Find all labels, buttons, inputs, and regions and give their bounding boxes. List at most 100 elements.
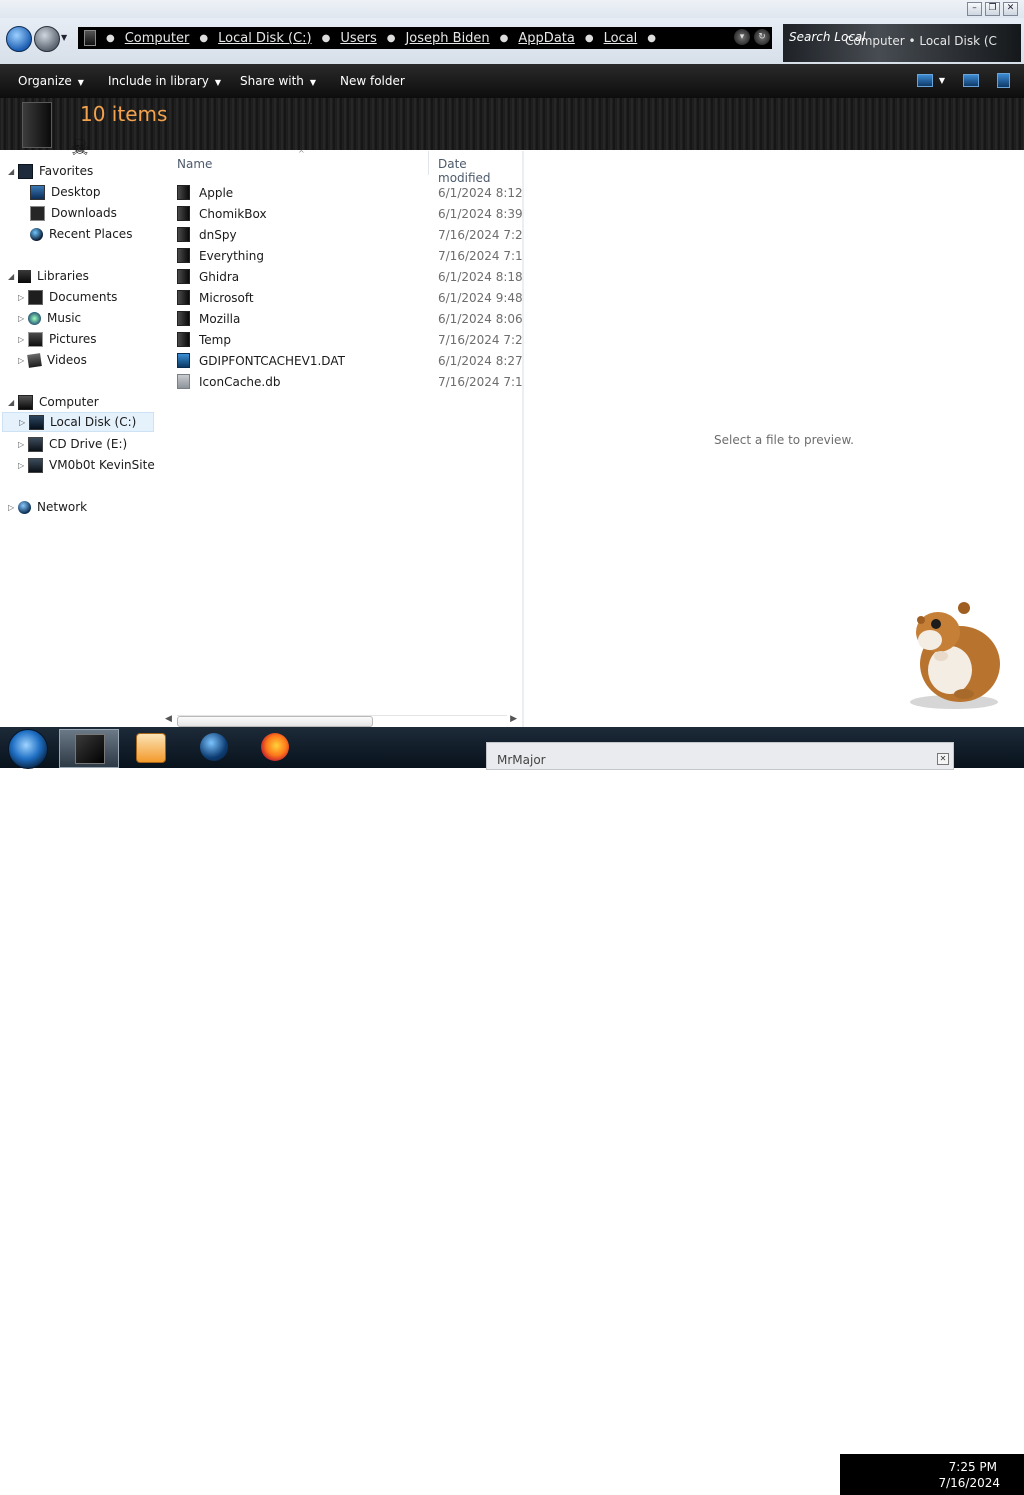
nav-recent-places-label: Recent Places (49, 227, 133, 241)
nav-documents[interactable]: ▷ Documents (18, 287, 117, 307)
file-row[interactable]: ChomikBox 6/1/2024 8:39 PM (177, 203, 522, 224)
downloads-icon (30, 205, 45, 221)
expand-arrow-icon[interactable]: ◢ (8, 398, 18, 407)
view-options-chevron-icon[interactable]: ▼ (939, 76, 945, 85)
maximize-button[interactable]: ❐ (985, 2, 1000, 16)
search-input[interactable]: Computer • Local Disk (C Search Local (783, 24, 1021, 62)
file-date: 6/1/2024 9:48 PM (438, 290, 522, 305)
nav-network-drive-label: VM0b0t KevinSite (49, 458, 155, 472)
include-in-library-button[interactable]: Include in library ▼ (108, 74, 221, 88)
close-button[interactable]: ✕ (1003, 2, 1018, 16)
breadcrumb-appdata[interactable]: AppData (518, 31, 574, 46)
organize-label: Organize (18, 74, 72, 88)
column-header-name[interactable]: Name (177, 157, 212, 171)
nav-pictures[interactable]: ▷ Pictures (18, 329, 97, 349)
breadcrumb-local-disk[interactable]: Local Disk (C:) (218, 31, 311, 46)
refresh-icon[interactable]: ↻ (754, 29, 770, 45)
file-row[interactable]: Mozilla 6/1/2024 8:06 PM (177, 308, 522, 329)
network-drive-icon (28, 457, 43, 473)
breadcrumb-separator[interactable]: ● (647, 33, 656, 44)
collapsed-arrow-icon[interactable]: ▷ (18, 461, 28, 470)
breadcrumb-user-folder[interactable]: Joseph Biden (405, 31, 489, 46)
back-button[interactable] (6, 26, 32, 52)
file-row[interactable]: GDIPFONTCACHEV1.DAT 6/1/2024 8:27 PM (177, 350, 522, 371)
nav-network[interactable]: ▷ Network (8, 497, 87, 517)
nav-downloads[interactable]: Downloads (30, 203, 117, 223)
globe-icon (200, 733, 228, 761)
file-row[interactable]: Apple 6/1/2024 8:12 PM (177, 182, 522, 203)
file-row[interactable]: Temp 7/16/2024 7:23 PM (177, 329, 522, 350)
preview-pane-icon[interactable] (963, 74, 979, 87)
nav-music[interactable]: ▷ Music (18, 308, 81, 328)
nav-local-disk[interactable]: ▷ Local Disk (C:) (2, 412, 154, 432)
scroll-right-icon[interactable]: ▶ (510, 714, 517, 724)
nav-favorites[interactable]: ◢ Favorites (8, 161, 93, 181)
breadcrumb-separator[interactable]: ● (500, 33, 509, 44)
address-dropdown-icon[interactable]: ▾ (734, 29, 750, 45)
breadcrumb-computer[interactable]: Computer (125, 31, 190, 46)
expand-arrow-icon[interactable]: ◢ (8, 272, 18, 281)
share-with-button[interactable]: Share with ▼ (240, 74, 316, 88)
new-folder-button[interactable]: New folder (340, 74, 405, 88)
file-row[interactable]: Everything 7/16/2024 7:17 PM (177, 245, 522, 266)
collapsed-arrow-icon[interactable]: ▷ (18, 314, 28, 323)
collapsed-arrow-icon[interactable]: ▷ (19, 418, 29, 427)
details-header: 10 items (0, 98, 1024, 150)
folder-icon (84, 30, 96, 46)
collapsed-arrow-icon[interactable]: ▷ (18, 440, 28, 449)
help-icon[interactable] (997, 73, 1010, 88)
horizontal-scrollbar[interactable]: ◀ ▶ (165, 713, 522, 727)
breadcrumb-separator[interactable]: ● (322, 33, 331, 44)
scroll-thumb[interactable] (177, 716, 373, 727)
file-date: 6/1/2024 8:39 PM (438, 206, 522, 221)
taskbar-explorer[interactable] (59, 729, 119, 768)
nav-libraries[interactable]: ◢ Libraries (8, 266, 89, 286)
item-count: 10 items (80, 102, 168, 126)
clock-date[interactable]: 7/16/2024 (938, 1476, 1000, 1490)
notification-popup[interactable]: MrMajor ✕ (486, 742, 954, 770)
breadcrumb-separator[interactable]: ● (199, 33, 208, 44)
organize-button[interactable]: Organize ▼ (18, 74, 84, 88)
file-row[interactable]: Microsoft 6/1/2024 9:48 PM (177, 287, 522, 308)
file-row[interactable]: dnSpy 7/16/2024 7:21 PM (177, 224, 522, 245)
collapsed-arrow-icon[interactable]: ▷ (18, 335, 28, 344)
column-divider[interactable] (428, 151, 429, 175)
scroll-left-icon[interactable]: ◀ (165, 714, 172, 724)
file-date: 6/1/2024 8:06 PM (438, 311, 522, 326)
breadcrumb-separator[interactable]: ● (106, 33, 115, 44)
breadcrumb-local[interactable]: Local (604, 31, 638, 46)
breadcrumb-users[interactable]: Users (340, 31, 376, 46)
change-view-icon[interactable] (916, 74, 933, 87)
taskbar-media-player[interactable] (121, 729, 179, 766)
minimize-button[interactable]: – (967, 2, 982, 16)
collapsed-arrow-icon[interactable]: ▷ (8, 503, 18, 512)
navigation-pane: ◢ Favorites Desktop Downloads Recent Pla… (0, 151, 165, 727)
taskbar-browser[interactable] (185, 729, 243, 766)
skull-cursor-icon: ☠ (70, 136, 90, 161)
file-name: Microsoft (199, 290, 254, 305)
nav-recent-places[interactable]: Recent Places (30, 224, 132, 244)
nav-cd-drive[interactable]: ▷ CD Drive (E:) (18, 434, 127, 454)
nav-network-drive[interactable]: ▷ VM0b0t KevinSite (18, 455, 155, 475)
close-icon[interactable]: ✕ (937, 753, 949, 765)
column-header-date-modified[interactable]: Date modified (438, 157, 522, 185)
clock-time[interactable]: 7:25 PM (949, 1460, 997, 1474)
collapsed-arrow-icon[interactable]: ▷ (18, 293, 28, 302)
file-row[interactable]: IconCache.db 7/16/2024 7:17 PM (177, 371, 522, 392)
nav-computer[interactable]: ◢ Computer (8, 392, 99, 412)
taskbar-firefox[interactable] (246, 729, 304, 766)
breadcrumb-separator[interactable]: ● (585, 33, 594, 44)
expand-arrow-icon[interactable]: ◢ (8, 167, 18, 176)
file-name: dnSpy (199, 227, 237, 242)
nav-desktop[interactable]: Desktop (30, 182, 101, 202)
breadcrumb-separator[interactable]: ● (387, 33, 396, 44)
nav-videos[interactable]: ▷ Videos (18, 350, 87, 370)
forward-button[interactable] (34, 26, 60, 52)
file-row[interactable]: Ghidra 6/1/2024 8:18 PM (177, 266, 522, 287)
scroll-track[interactable] (177, 715, 507, 727)
recent-pages-dropdown[interactable]: ▼ (61, 33, 67, 42)
start-button[interactable] (8, 729, 48, 769)
hamster-desktop-pet-icon[interactable] (902, 598, 1002, 710)
breadcrumb[interactable]: ● Computer ● Local Disk (C:) ● Users ● J… (78, 27, 772, 49)
documents-icon (28, 289, 43, 305)
